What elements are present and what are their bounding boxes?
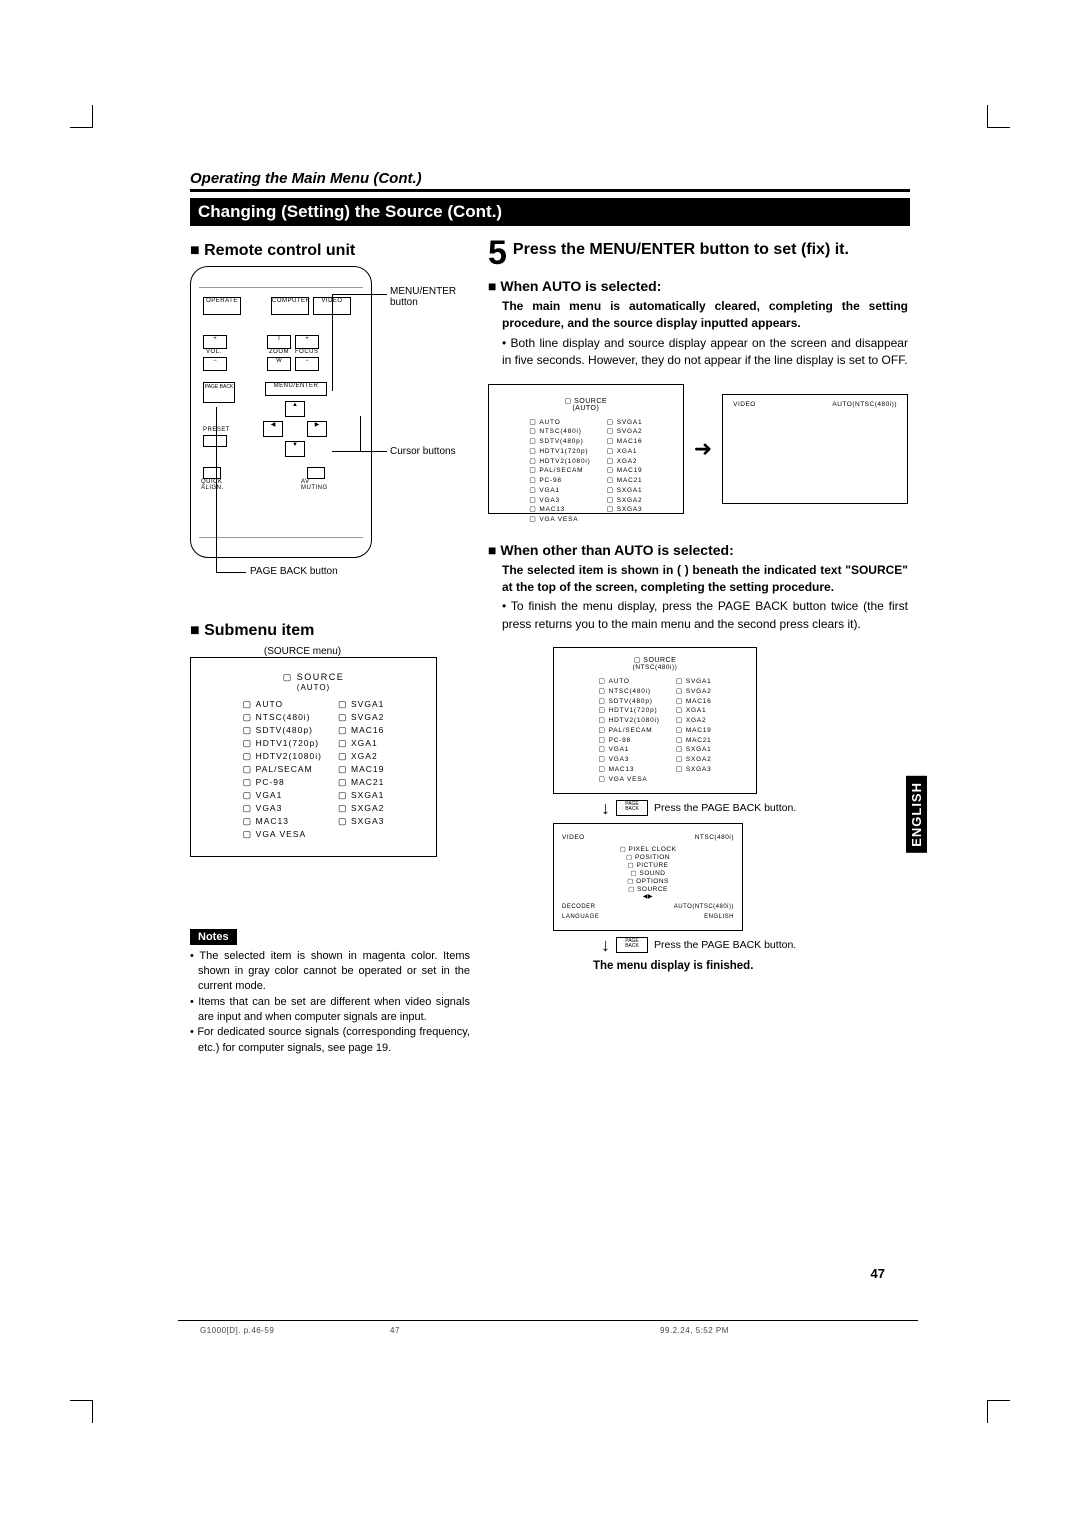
zoom-w: W [267,357,291,371]
other-bold-text: The selected item is shown in ( ) beneat… [488,562,908,597]
source-subtitle: (AUTO) [201,683,426,692]
step-number: 5 [488,236,507,270]
vol-plus: + [203,335,227,349]
menu-enter-button: MENU/ENTER [274,383,319,389]
focus-minus: − [295,357,319,371]
zoom-t: T [267,335,291,349]
note-2: • Items that can be set are different wh… [190,995,470,1026]
cursor-down: ▼ [285,441,305,457]
vol-label: VOL. [206,349,222,355]
auto-bullet: • Both line display and source display a… [488,335,908,370]
cursor-up: ▲ [285,401,305,417]
section-banner: Changing (Setting) the Source (Cont.) [190,198,910,226]
flow-arrow-2: ↓ PAGE BACK Press the PAGE BACK button. [601,935,843,956]
computer-button: COMPUTER [272,298,310,304]
finished-text: The menu display is finished. [593,960,843,972]
av-muting-button [307,467,325,479]
page-back-button: PAGE BACK [203,382,235,403]
quick-align-label: QUICK ALIGN. [201,479,224,491]
source-screen-auto: ▢ SOURCE (AUTO) AUTO NTSC(480i) SDTV(480… [488,384,684,514]
footer-mid: 47 [390,1326,400,1335]
source-menu-caption: (SOURCE menu) [190,646,415,657]
notes-title: Notes [190,929,237,945]
note-1: • The selected item is shown in magenta … [190,949,470,995]
focus-label: FOCUS [295,349,319,355]
page-header: Operating the Main Menu (Cont.) [190,170,910,192]
source-menu-box: ▢ SOURCE (AUTO) AUTO NTSC(480i) SDTV(480… [190,657,437,857]
cursor-left: ◀ [263,421,283,437]
menu-enter-caption: MENU/ENTER button [390,286,470,308]
flow-arrow-1: ↓ PAGE BACK Press the PAGE BACK button. [601,798,843,819]
auto-flow: ▢ SOURCE (AUTO) AUTO NTSC(480i) SDTV(480… [488,384,908,514]
note-3: • For dedicated source signals (correspo… [190,1025,470,1056]
other-bullet: • To finish the menu display, press the … [488,598,908,633]
left-column: Remote control unit OPERATE COMPUTER VID… [190,236,470,1056]
cursor-caption: Cursor buttons [390,446,456,457]
footer-file: G1000[D]. p.46-59 [200,1326,274,1335]
operate-button: OPERATE [206,298,238,304]
footer-date: 99.2.24, 5:52 PM [660,1326,729,1335]
right-column: 5 Press the MENU/ENTER button to set (fi… [488,236,908,1056]
arrow-right-icon: ➜ [694,436,712,462]
quick-align-button [203,467,221,479]
page-back-icon: PAGE BACK [616,800,648,816]
cursor-right: ▶ [307,421,327,437]
source-screen-other: ▢ SOURCE (NTSC(480i)) AUTO NTSC(480i) SD… [553,647,757,793]
av-muting-label: AV MUTING [301,479,328,491]
remote-heading: Remote control unit [190,242,470,260]
press-page-back-2: Press the PAGE BACK button. [654,939,796,951]
source-col-right: SVGA1 SVGA2 MAC16 XGA1 XGA2 MAC19 MAC21 … [338,698,384,842]
focus-plus: + [295,335,319,349]
submenu-heading: Submenu item [190,622,470,640]
zoom-label: ZOOM [269,349,289,355]
page-back-icon-2: PAGE BACK [616,937,648,953]
main-menu-screen: VIDEONTSC(480i) PIXEL CLOCK POSITION PIC… [553,823,743,931]
remote-diagram: OPERATE COMPUTER VIDEO + VOL. − T ZOOM W… [190,266,372,558]
auto-heading: When AUTO is selected: [488,278,908,294]
page-back-caption: PAGE BACK button [250,566,338,577]
press-page-back-1: Press the PAGE BACK button. [654,802,796,814]
page-number: 47 [871,1266,885,1281]
other-heading: When other than AUTO is selected: [488,542,908,558]
vol-minus: − [203,357,227,371]
preset-button [203,435,227,447]
source-title: SOURCE [297,672,345,682]
source-col-left: AUTO NTSC(480i) SDTV(480p) HDTV1(720p) H… [243,698,322,842]
step-text: Press the MENU/ENTER button to set (fix)… [513,236,849,270]
result-screen-auto: VIDEO AUTO(NTSC(480i)) [722,394,908,504]
auto-bold-text: The main menu is automatically cleared, … [488,298,908,333]
page-content: Operating the Main Menu (Cont.) Changing… [190,170,910,1056]
